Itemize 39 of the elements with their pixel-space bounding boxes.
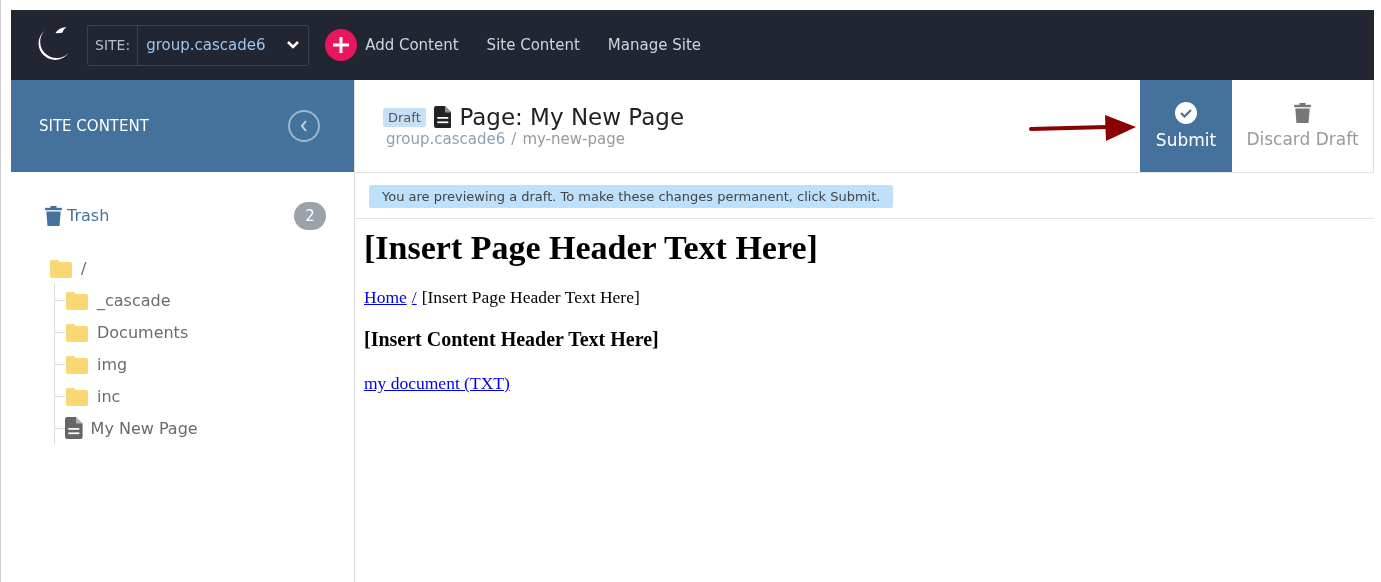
nav-link[interactable]: Manage Site (593, 36, 715, 54)
tree-item-label[interactable]: inc (97, 386, 121, 406)
folder-icon (65, 322, 89, 342)
chevron-down-icon (286, 40, 301, 50)
tree-item-label[interactable]: Documents (97, 322, 189, 342)
draft-notice: You are previewing a draft. To make these changes permanent, click Submit. (369, 185, 894, 208)
tree-item-label[interactable]: My New Page (90, 418, 198, 438)
submit-button[interactable]: Submit (1140, 80, 1232, 172)
folder-icon (65, 290, 89, 310)
sidebar-title: SITE CONTENT (39, 117, 149, 135)
chevron-left-icon (299, 119, 309, 133)
count-badge: 2 (294, 202, 326, 230)
tree-item-label[interactable]: / (81, 258, 87, 278)
collapse-button[interactable] (288, 110, 320, 142)
folder-icon (65, 354, 89, 374)
trash-icon (1294, 102, 1311, 124)
tree-item-label[interactable]: img (97, 354, 128, 374)
folder-icon (49, 258, 73, 278)
home-link[interactable]: Home (364, 287, 407, 308)
site-selector[interactable]: SITE: group.cascade6 (87, 24, 310, 66)
check-circle-icon (1175, 102, 1197, 124)
document-icon (433, 106, 452, 128)
plus-icon (325, 29, 358, 61)
document-icon (65, 417, 83, 439)
page-heading: [Insert Page Header Text Here] (364, 229, 819, 267)
page-title: Page: My New Page (459, 104, 685, 130)
path-current: my-new-page (522, 130, 625, 148)
separator-link[interactable]: / (411, 287, 417, 308)
nav-link[interactable]: Add Content (309, 29, 473, 61)
folder-icon (65, 386, 89, 406)
document-link[interactable]: my document (TXT) (364, 373, 510, 393)
trash-link[interactable]: Trash (45, 205, 110, 227)
nav-link[interactable]: Site Content (472, 36, 594, 54)
content-heading: [Insert Content Header Text Here] (364, 328, 660, 351)
breadcrumb-current: [Insert Page Header Text Here] (421, 287, 640, 308)
path-separator: / (511, 130, 517, 148)
draft-badge: Draft (383, 107, 426, 127)
trash-icon (45, 205, 62, 227)
tree-item-label[interactable]: _cascade (97, 290, 171, 310)
